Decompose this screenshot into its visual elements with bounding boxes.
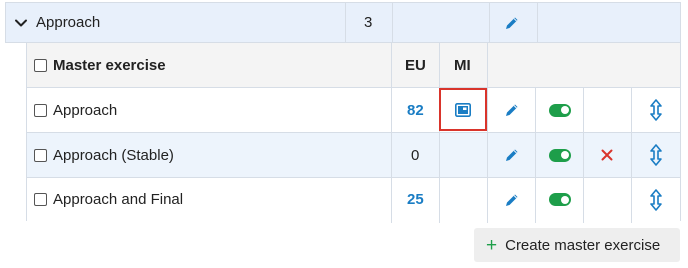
row-active-toggle[interactable] (549, 133, 571, 177)
column-divider (535, 88, 536, 132)
toggle-switch[interactable] (549, 148, 571, 162)
column-divider (583, 133, 584, 177)
eu-count-link[interactable]: 82 (407, 88, 424, 132)
row-select: Approach (34, 88, 117, 132)
pencil-icon (506, 104, 518, 116)
row-checkbox[interactable] (34, 148, 47, 162)
column-divider (391, 43, 392, 87)
group-header-row[interactable]: Approach 3 (5, 2, 681, 43)
close-x-icon (601, 149, 613, 161)
column-divider (392, 3, 393, 42)
row-reorder-handle[interactable] (650, 133, 662, 177)
expand-toggle[interactable] (14, 3, 28, 42)
column-divider (583, 88, 584, 132)
column-divider (487, 88, 488, 132)
row-select: Approach and Final (34, 178, 183, 221)
table-row: Approach and Final 25 (27, 178, 680, 223)
row-edit-button[interactable] (504, 178, 520, 221)
column-divider (345, 3, 346, 42)
column-divider (487, 133, 488, 177)
header-eu: EU (405, 57, 426, 74)
toggle-switch[interactable] (549, 103, 571, 117)
row-edit-button[interactable] (504, 88, 520, 132)
row-checkbox[interactable] (34, 103, 47, 117)
group-title: Approach (36, 14, 101, 31)
pencil-icon (506, 17, 518, 29)
create-button-label: Create master exercise (505, 236, 661, 254)
column-divider (391, 88, 392, 132)
pencil-icon (506, 149, 518, 161)
column-divider (439, 178, 440, 223)
column-divider (631, 178, 632, 223)
create-master-exercise-button[interactable]: + Create master exercise (474, 228, 680, 262)
row-name: Approach (53, 101, 118, 119)
column-divider (391, 133, 392, 177)
column-divider (487, 178, 488, 223)
table-row: Approach (Stable) 0 (27, 133, 680, 178)
table-header-row: Master exercise EU MI (27, 43, 680, 88)
toggle-switch[interactable] (549, 193, 571, 206)
row-checkbox[interactable] (34, 193, 47, 206)
drag-updown-arrow-icon (650, 99, 662, 121)
drag-updown-arrow-icon (650, 188, 662, 211)
column-divider (439, 43, 440, 87)
column-divider (631, 88, 632, 132)
column-divider (631, 133, 632, 177)
column-divider (583, 178, 584, 223)
row-delete-button[interactable] (601, 133, 613, 177)
row-reorder-handle[interactable] (650, 88, 662, 132)
eu-count: 0 (411, 146, 420, 164)
pencil-icon (506, 194, 518, 206)
row-name: Approach and Final (53, 191, 184, 208)
row-active-toggle[interactable] (549, 88, 571, 132)
chevron-down-icon[interactable] (14, 16, 28, 30)
column-divider (535, 178, 536, 223)
table-row: Approach 82 (27, 88, 680, 133)
column-divider (489, 3, 490, 42)
column-divider (537, 3, 538, 42)
row-reorder-handle[interactable] (650, 178, 662, 221)
drag-updown-arrow-icon (650, 144, 662, 166)
header-name: Master exercise (53, 57, 166, 74)
group-edit-button[interactable] (504, 3, 520, 42)
row-edit-button[interactable] (504, 133, 520, 177)
column-divider (535, 133, 536, 177)
mi-cell-highlight (439, 88, 487, 131)
column-divider (439, 133, 440, 177)
master-exercise-table: Master exercise EU MI Approach 82 Approa… (26, 43, 681, 223)
eu-count-link[interactable]: 25 (407, 178, 424, 221)
plus-icon: + (486, 234, 498, 256)
group-count: 3 (364, 14, 373, 31)
column-divider (487, 43, 488, 87)
column-divider (391, 178, 392, 223)
row-select: Approach (Stable) (34, 133, 174, 177)
row-name: Approach (Stable) (53, 146, 174, 164)
select-all-checkbox[interactable] (34, 59, 47, 72)
header-mi: MI (454, 57, 471, 74)
row-active-toggle[interactable] (549, 178, 571, 221)
header-select-all[interactable]: Master exercise (34, 43, 166, 88)
